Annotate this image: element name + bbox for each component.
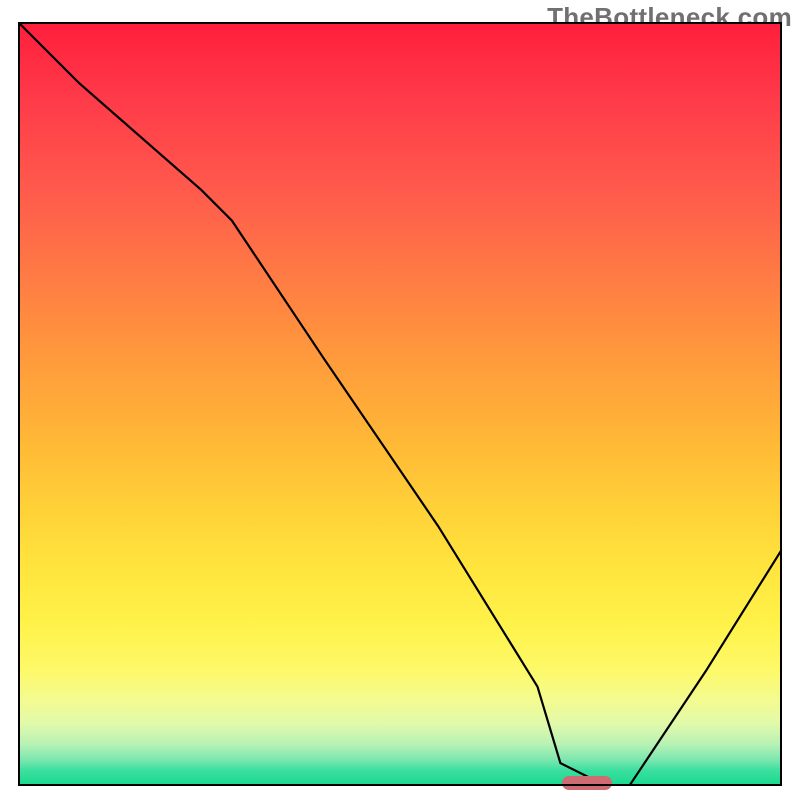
plot-background-gradient xyxy=(18,22,782,786)
chart-container: TheBottleneck.com xyxy=(0,0,800,800)
plot-area xyxy=(18,22,782,786)
